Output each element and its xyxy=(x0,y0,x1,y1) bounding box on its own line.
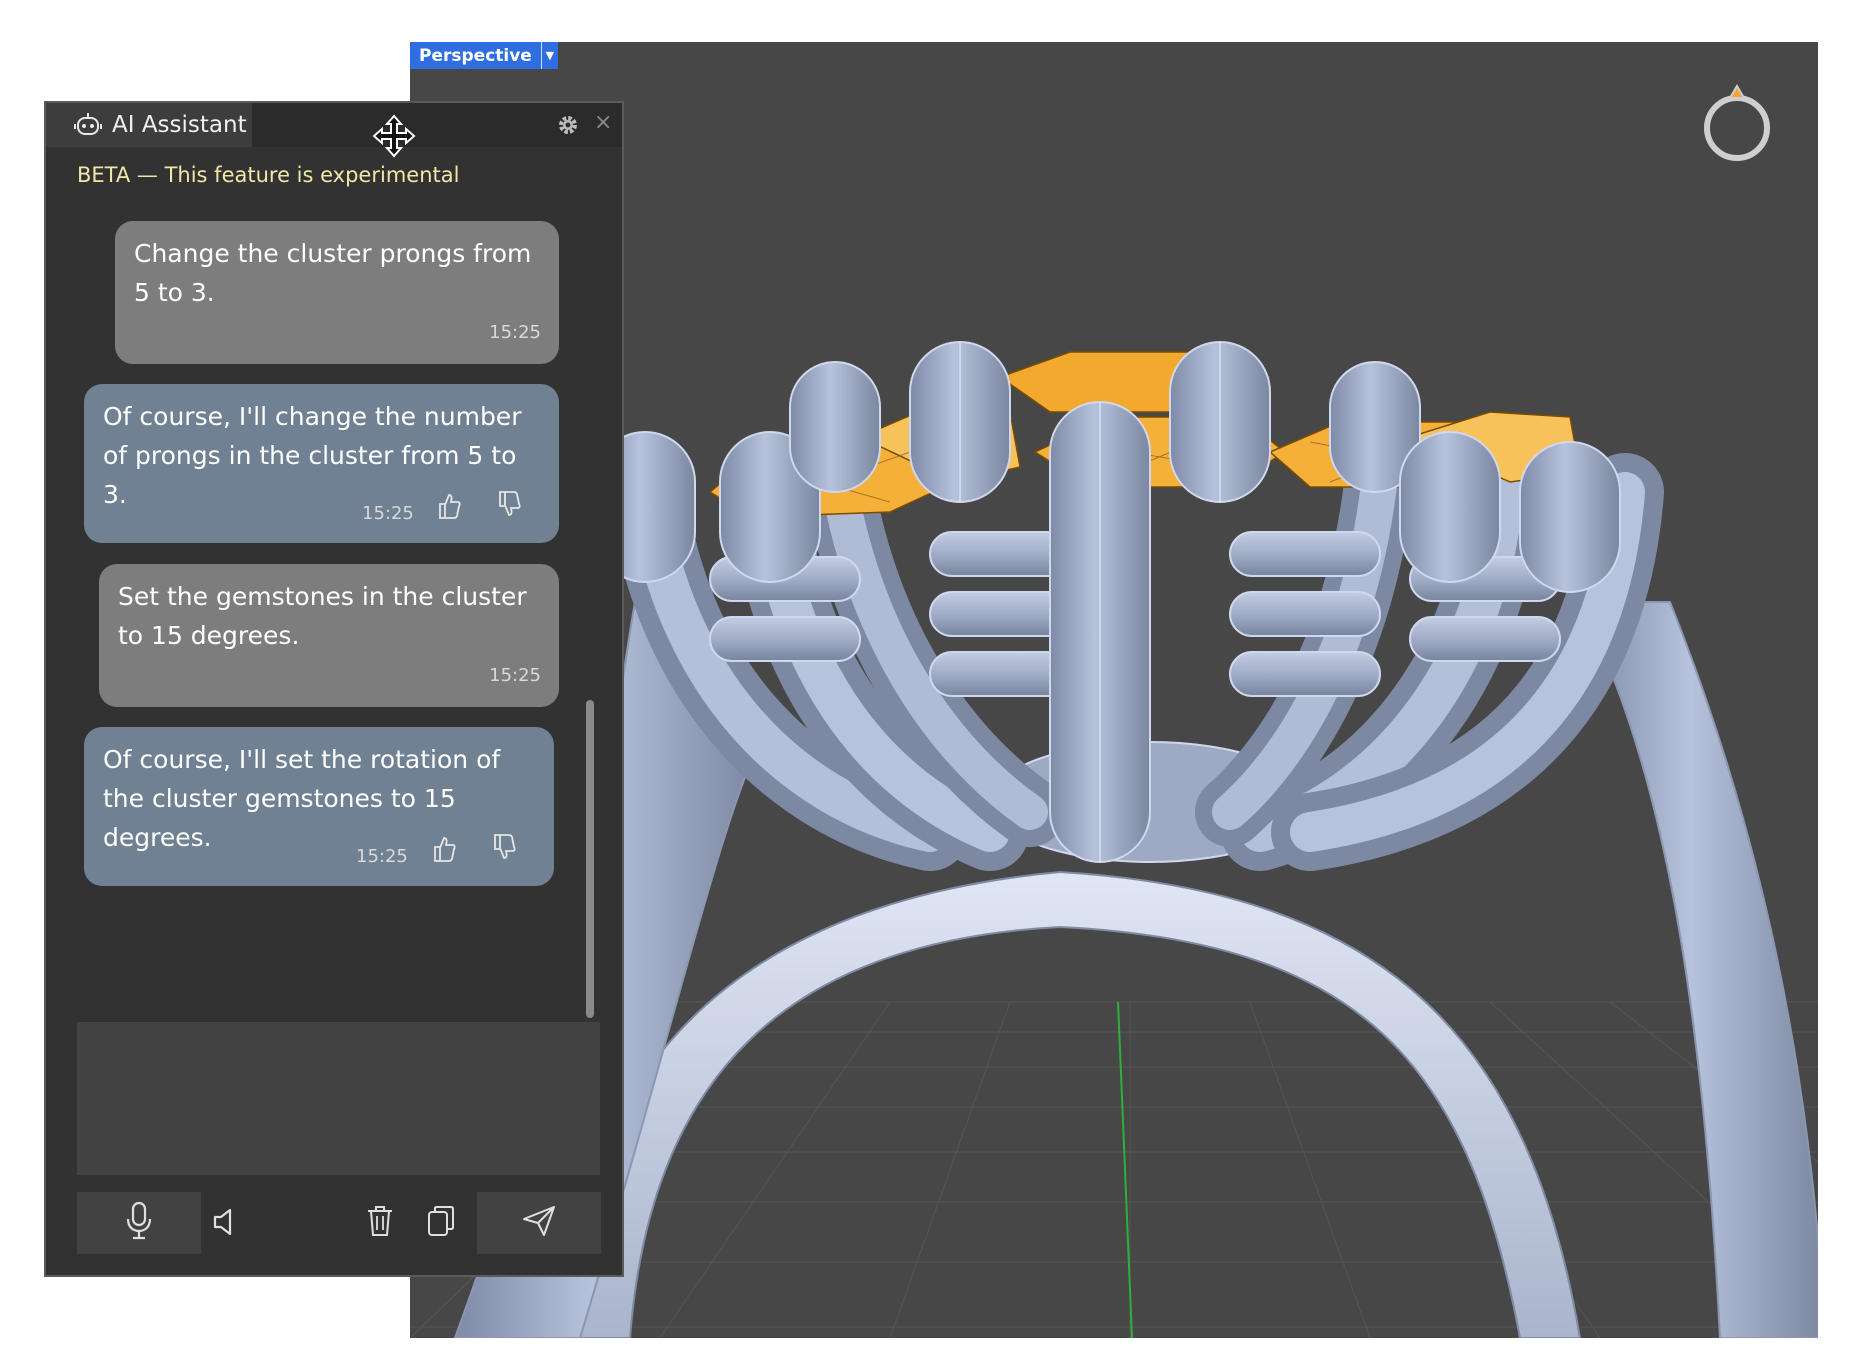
message-text: Set the gemstones in the cluster to 15 d… xyxy=(118,582,527,650)
send-button[interactable] xyxy=(477,1192,601,1254)
send-icon xyxy=(522,1205,556,1241)
trash-icon[interactable] xyxy=(366,1205,394,1241)
thumbs-down-icon[interactable] xyxy=(491,833,517,872)
ai-assistant-panel: AI Assistant × BETA — This feature is ex… xyxy=(44,101,624,1277)
thumbs-down-icon[interactable] xyxy=(496,490,522,529)
chat-scrollbar[interactable] xyxy=(586,700,594,1018)
message-text: Of course, I'll set the rotation of the … xyxy=(103,745,501,852)
thumbs-up-icon[interactable] xyxy=(431,835,457,874)
microphone-button[interactable] xyxy=(77,1192,201,1254)
user-message: Set the gemstones in the cluster to 15 d… xyxy=(99,564,559,707)
chat-input[interactable] xyxy=(77,1022,600,1175)
message-text: Change the cluster prongs from 5 to 3. xyxy=(134,239,532,307)
chevron-down-icon[interactable]: ▼ xyxy=(540,42,558,69)
thumbs-up-icon[interactable] xyxy=(436,492,462,531)
assistant-message: Of course, I'll set the rotation of the … xyxy=(84,727,554,886)
beta-notice: BETA — This feature is experimental xyxy=(77,163,460,187)
user-message: Change the cluster prongs from 5 to 3. 1… xyxy=(115,221,559,364)
panel-tab-ai-assistant[interactable]: AI Assistant xyxy=(46,103,252,147)
message-time: 15:25 xyxy=(489,322,541,343)
message-time: 15:25 xyxy=(362,503,414,524)
copy-icon[interactable] xyxy=(426,1205,456,1241)
message-time: 15:25 xyxy=(489,665,541,686)
panel-header[interactable]: AI Assistant × xyxy=(46,103,622,158)
perspective-label: Perspective xyxy=(419,45,532,66)
message-time: 15:25 xyxy=(356,846,408,867)
panel-title: AI Assistant xyxy=(112,112,247,138)
gear-icon[interactable] xyxy=(556,113,580,141)
ring-navigation-icon[interactable] xyxy=(1700,80,1774,168)
robot-icon xyxy=(74,112,102,138)
speaker-icon[interactable] xyxy=(212,1207,238,1241)
message-text: Of course, I'll change the number of pro… xyxy=(103,402,522,509)
perspective-view-selector[interactable]: Perspective ▼ xyxy=(410,42,558,69)
assistant-message: Of course, I'll change the number of pro… xyxy=(84,384,559,543)
microphone-icon xyxy=(125,1201,153,1245)
move-icon[interactable] xyxy=(372,114,416,162)
close-icon[interactable]: × xyxy=(594,110,612,135)
